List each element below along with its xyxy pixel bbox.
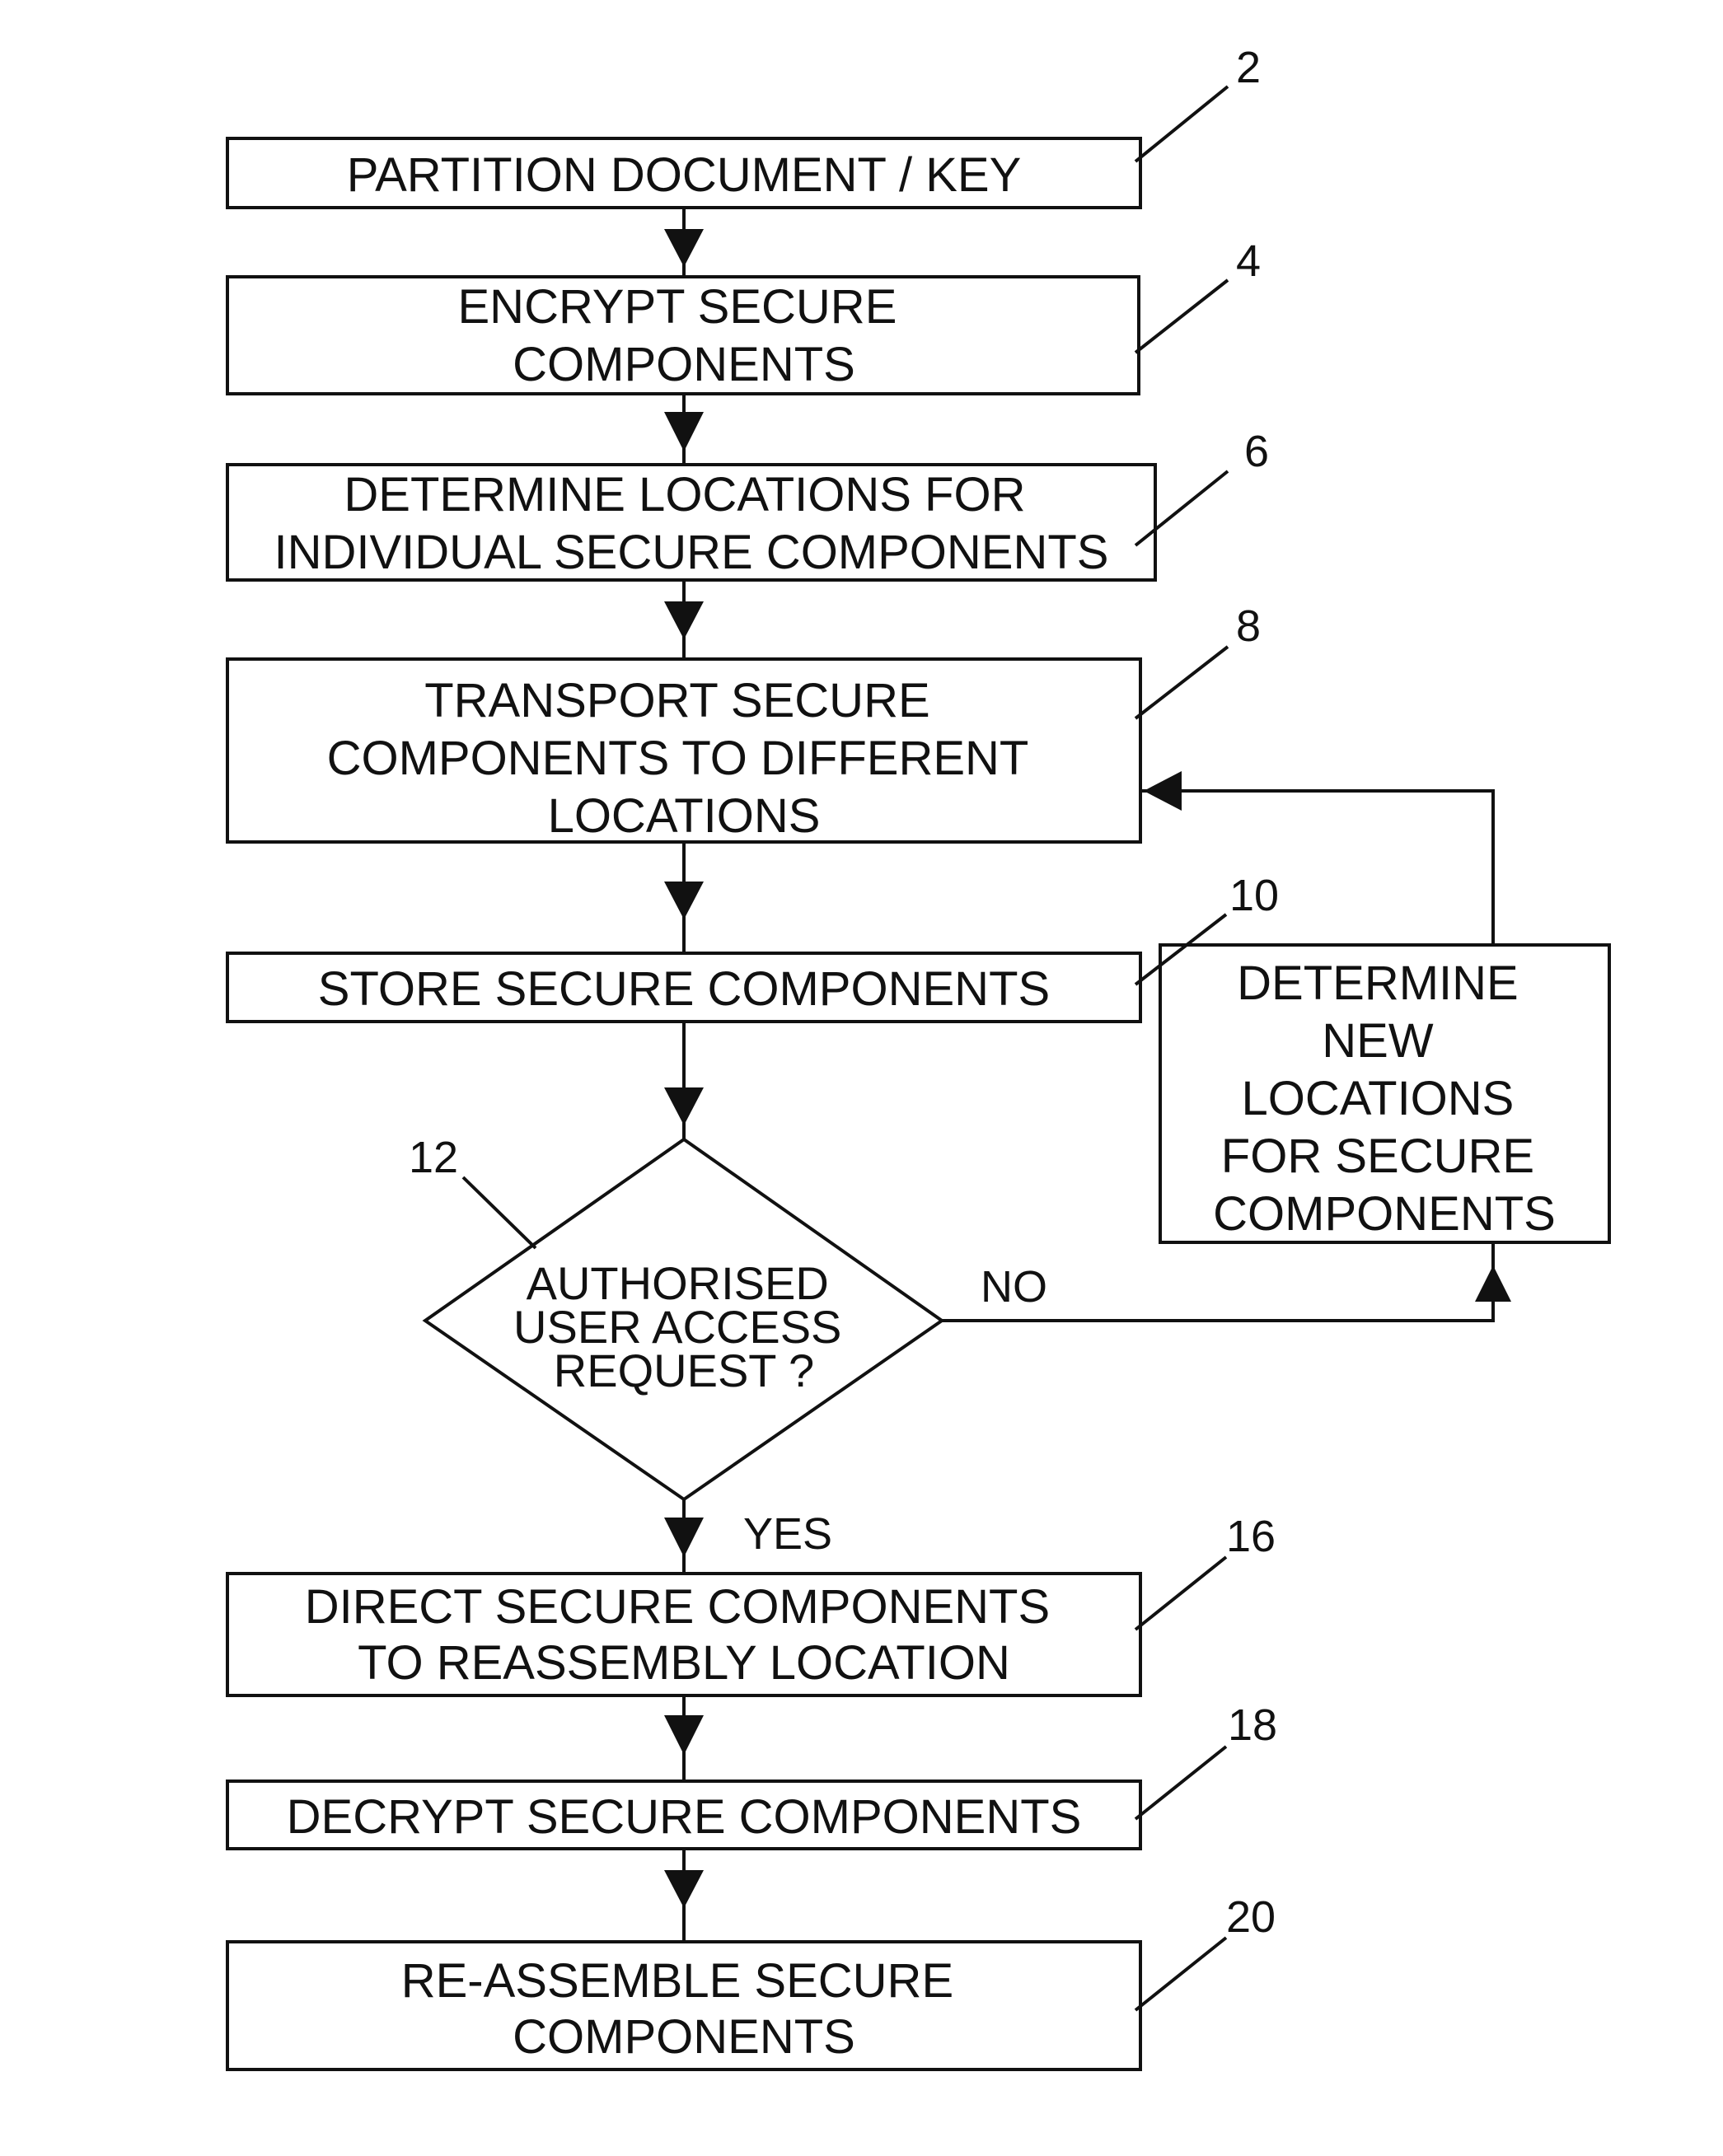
leader-line (1134, 1555, 1228, 1631)
svg-text:DETERMINE NEW LOCA: DETERMINE NEW LOCATIONS FOR SECURE COMPO… (1213, 956, 1556, 1241)
branch-no-label: NO (981, 1262, 1047, 1312)
step-6: DETERMINE LOCATIONS FOR INDIVIDUAL SECUR… (226, 463, 1157, 582)
svg-text:STORE SECURE COMPONENTS: STORE SECURE COMPONENTS (318, 962, 1050, 1016)
ref-numeral-2: 2 (1236, 43, 1261, 92)
arrow-left-icon (1144, 771, 1182, 811)
leader-line (1134, 85, 1229, 163)
step-label: DETERMINE LOCATIONS FOR (344, 468, 1025, 521)
step-label: FOR SECURE (1221, 1129, 1534, 1183)
step-label: LOCATIONS (1242, 1072, 1515, 1125)
step-label: DECRYPT SECURE COMPONENTS (287, 1790, 1082, 1844)
step-label: DIRECT SECURE COMPONENTS (305, 1580, 1050, 1634)
ref-numeral-16: 16 (1226, 1512, 1276, 1561)
ref-numeral-8: 8 (1236, 601, 1261, 651)
decision-12: AUTHORISED USER ACCESS REQUEST ? NO YES (422, 1137, 1047, 1559)
side-step-new-locations: DETERMINE NEW LOCATIONS FOR SECURE COMPO… (1159, 943, 1611, 1244)
leader-line (1134, 278, 1229, 354)
arrow-down-icon (664, 412, 704, 451)
step-20: RE-ASSEMBLE SECURE COMPONENTS (226, 1940, 1142, 2071)
step-label: RE-ASSEMBLE SECURE (401, 1954, 953, 2008)
arrow-down-icon (664, 1715, 704, 1755)
leader-line (1134, 1745, 1228, 1821)
step-10: STORE SECURE COMPONENTS (226, 952, 1142, 1023)
step-label: COMPONENTS (513, 2010, 855, 2064)
step-label: COMPONENTS (513, 338, 855, 391)
arrow-up-icon (1475, 1265, 1511, 1302)
step-18: DECRYPT SECURE COMPONENTS (226, 1780, 1142, 1850)
ref-numeral-20: 20 (1226, 1892, 1276, 1942)
step-label: TRANSPORT SECURE (424, 674, 929, 727)
ref-numeral-4: 4 (1236, 236, 1261, 286)
connector-loop-back (1140, 789, 1495, 945)
step-label: ENCRYPT SECURE (458, 280, 897, 334)
step-label: INDIVIDUAL SECURE COMPONENTS (274, 526, 1109, 579)
ref-numeral-10: 10 (1229, 871, 1279, 920)
leader-line (1134, 1936, 1228, 2012)
svg-text:DECRYPT SECURE COMPONENTS: DECRYPT SECURE COMPONENTS (287, 1790, 1082, 1844)
step-label: PARTITION DOCUMENT / KEY (347, 148, 1022, 202)
arrow-down-icon (664, 1518, 704, 1557)
step-label: NEW (1322, 1014, 1434, 1068)
arrow-down-icon (664, 882, 704, 919)
ref-numeral-12: 12 (409, 1133, 458, 1182)
flowchart: PARTITION DOCUMENT / KEY ENCRYPT SECURE … (226, 43, 1611, 2071)
arrow-down-icon (664, 601, 704, 639)
ref-numeral-6: 6 (1244, 427, 1269, 476)
branch-yes-label: YES (743, 1509, 832, 1559)
step-16: DIRECT SECURE COMPONENTS TO REASSEMBLY L… (226, 1572, 1142, 1697)
step-label: LOCATIONS (548, 789, 821, 843)
step-4: ENCRYPT SECURE COMPONENTS (226, 275, 1140, 395)
arrow-down-icon (664, 1870, 704, 1908)
step-label: TO REASSEMBLY LOCATION (358, 1636, 1010, 1690)
arrow-down-icon (664, 1087, 704, 1125)
step-label: COMPONENTS TO DIFFERENT (327, 732, 1028, 785)
step-label: COMPONENTS (1213, 1187, 1556, 1241)
ref-numeral-18: 18 (1228, 1700, 1277, 1750)
svg-text:AUTHORISED USER ACCESS: AUTHORISED USER ACCESS REQUEST ? (513, 1257, 854, 1396)
leader-line (1134, 645, 1229, 720)
leader-line (461, 1176, 537, 1250)
decision-label: REQUEST ? (554, 1345, 814, 1396)
svg-text:PARTITION DOCUMENT / KEY: PARTITION DOCUMENT / KEY (347, 148, 1022, 202)
arrow-down-icon (664, 229, 704, 267)
step-2: PARTITION DOCUMENT / KEY (226, 137, 1142, 209)
step-label: STORE SECURE COMPONENTS (318, 962, 1050, 1016)
step-8: TRANSPORT SECURE COMPONENTS TO DIFFERENT… (226, 657, 1142, 844)
step-label: DETERMINE (1237, 956, 1519, 1010)
